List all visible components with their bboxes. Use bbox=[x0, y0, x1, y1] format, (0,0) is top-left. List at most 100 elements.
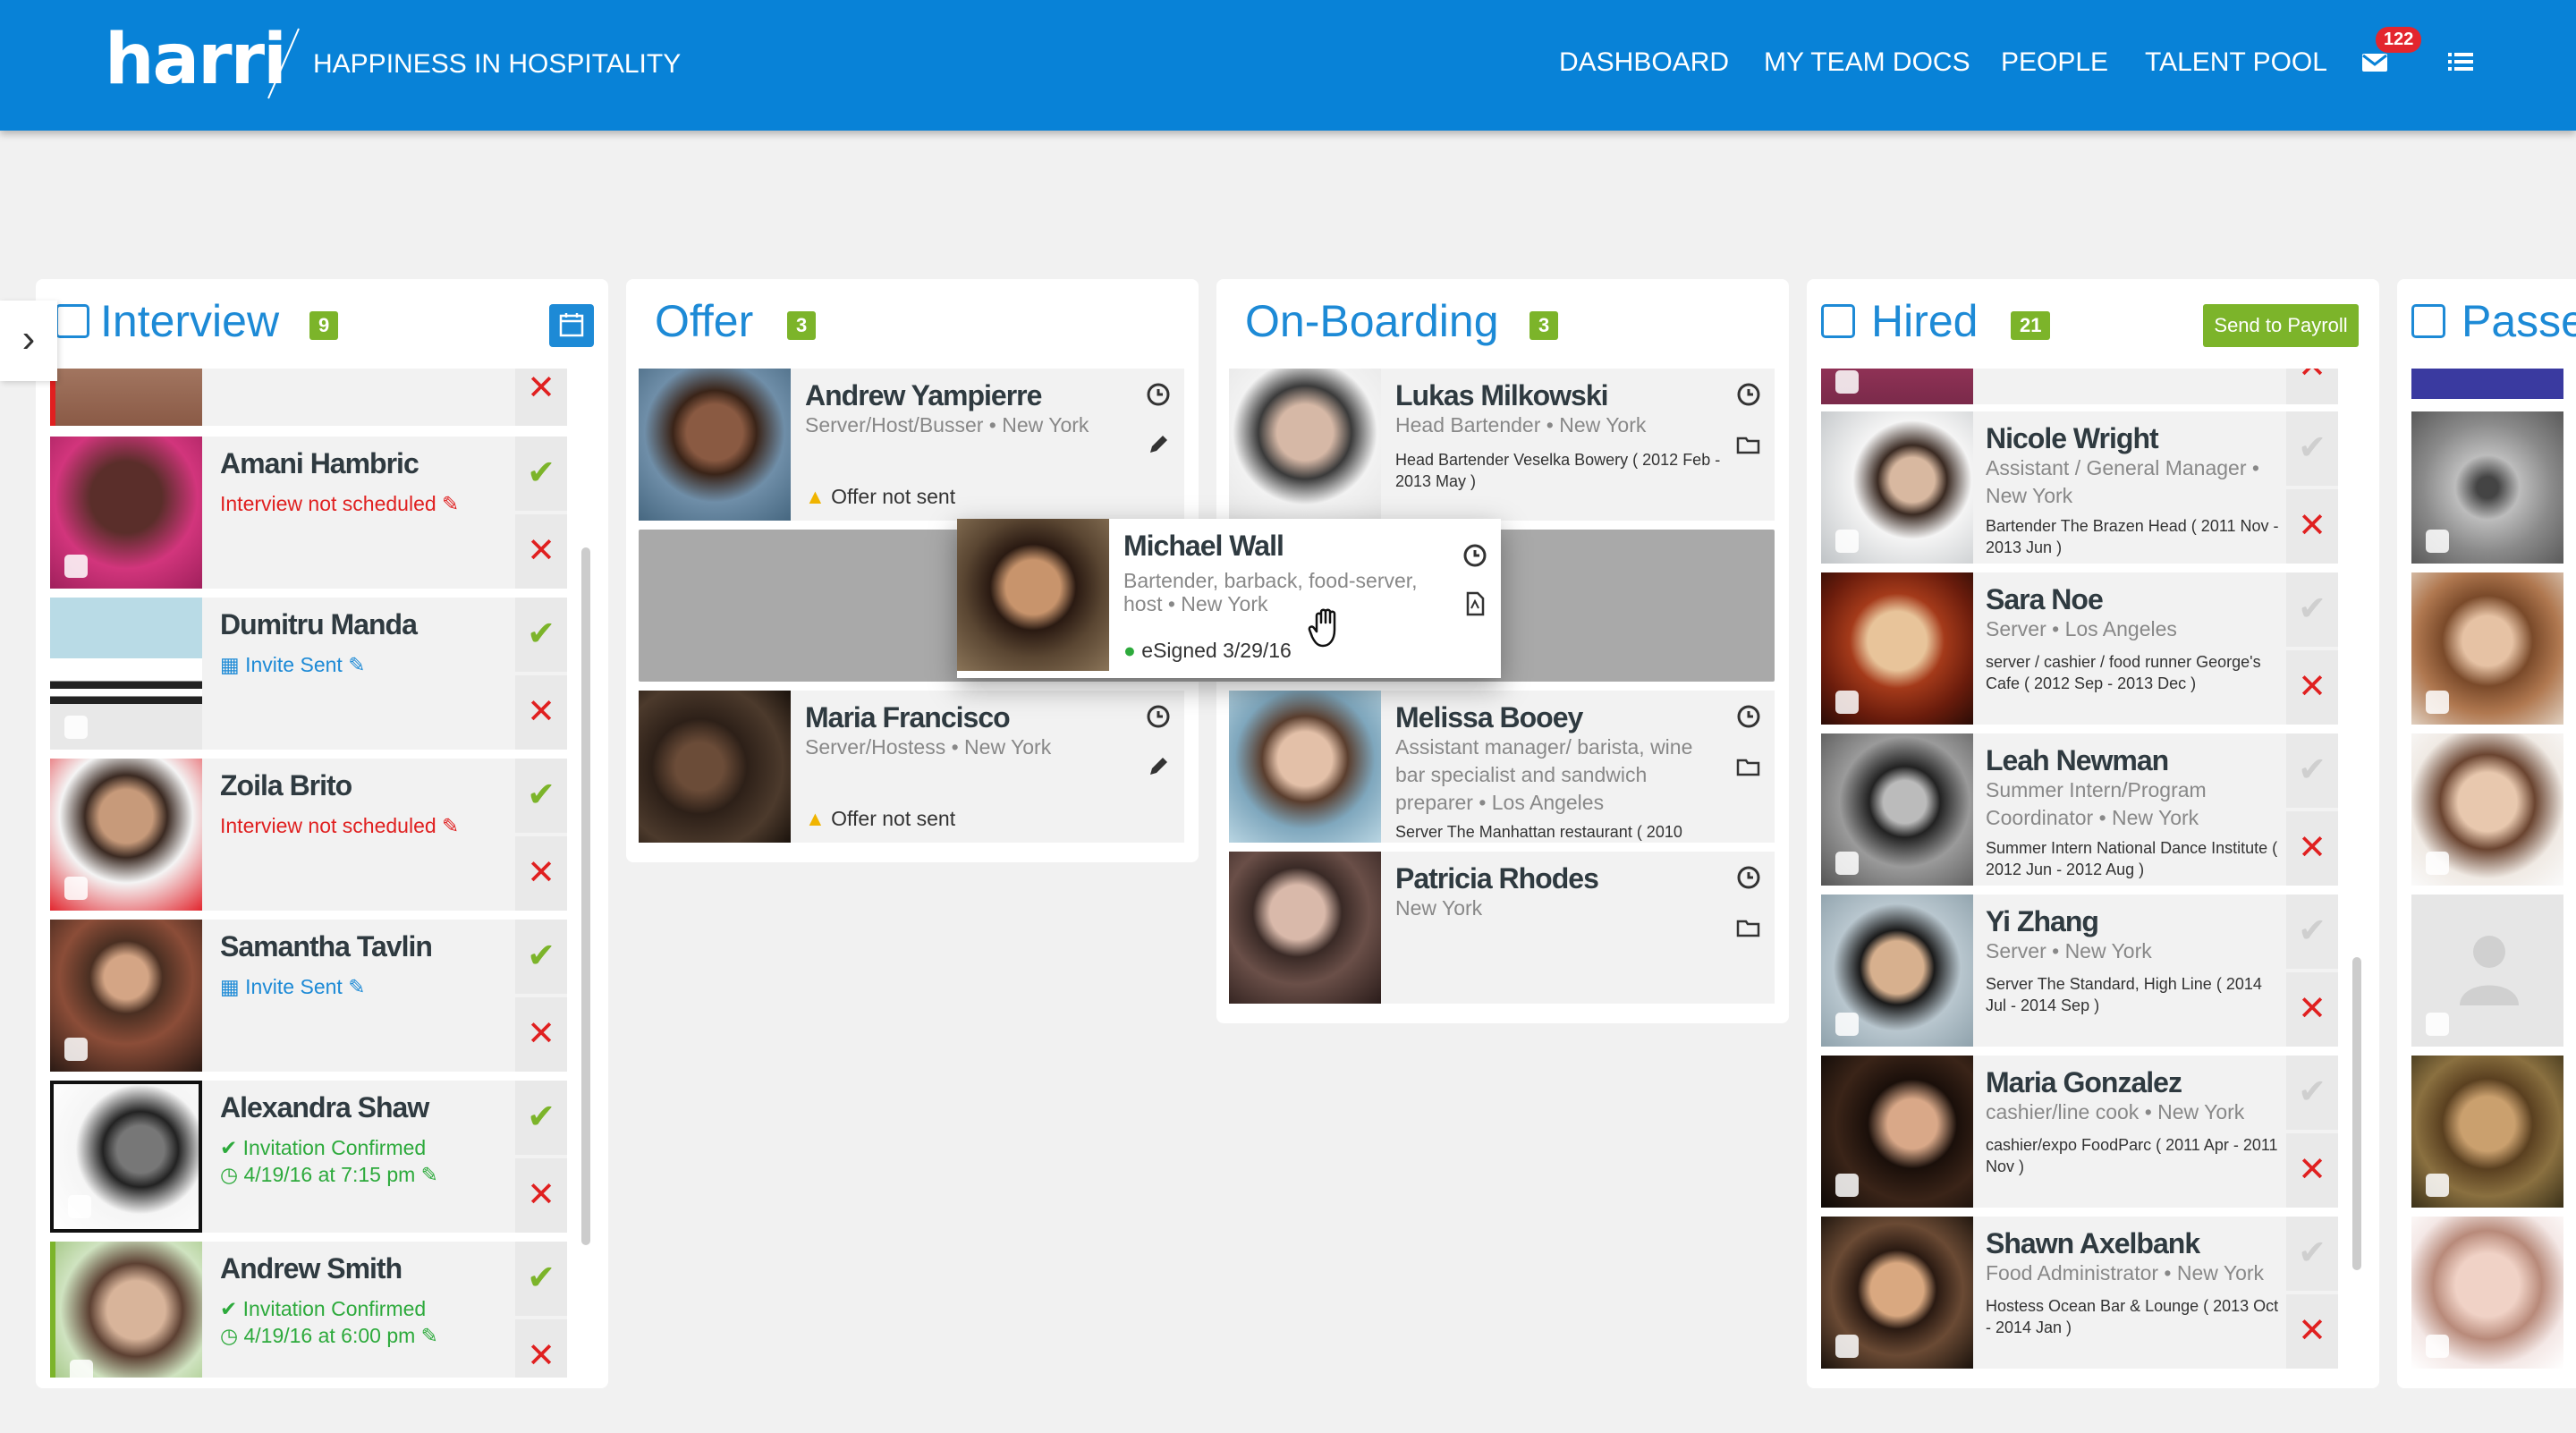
edit-pencil-icon[interactable] bbox=[1145, 431, 1172, 458]
candidate-checkbox[interactable] bbox=[1835, 852, 1859, 875]
candidate-name[interactable]: Nicole Wright bbox=[1986, 422, 2159, 455]
send-to-payroll-button[interactable]: Send to Payroll bbox=[2203, 304, 2359, 347]
candidate-card[interactable]: Maria Francisco Server/Hostess • New Yor… bbox=[639, 691, 1184, 843]
folder-icon[interactable] bbox=[1735, 914, 1762, 941]
edit-pencil-icon[interactable] bbox=[1145, 753, 1172, 780]
approve-check-icon[interactable]: ✔ bbox=[515, 1081, 567, 1155]
candidate-checkbox[interactable] bbox=[1835, 1013, 1859, 1036]
candidate-card[interactable]: Nicole Wright Assistant / General Manage… bbox=[1821, 411, 2338, 564]
candidate-name[interactable]: Andrew Smith bbox=[220, 1252, 402, 1285]
candidate-name[interactable]: Patricia Rhodes bbox=[1395, 862, 1599, 895]
interview-time[interactable]: ◷ 4/19/16 at 7:15 pm ✎ bbox=[220, 1163, 438, 1187]
clock-icon[interactable] bbox=[1735, 864, 1762, 891]
candidate-name[interactable]: Michael Wall bbox=[1123, 530, 1284, 563]
edit-pencil-icon[interactable]: ✎ bbox=[421, 1324, 438, 1347]
candidate-photo[interactable] bbox=[2411, 895, 2563, 1047]
candidate-name[interactable]: Yi Zhang bbox=[1986, 905, 2099, 938]
candidate-checkbox[interactable] bbox=[64, 1038, 88, 1061]
reject-x-icon[interactable]: ✕ bbox=[2286, 369, 2338, 404]
candidate-card[interactable]: Patricia Rhodes New York bbox=[1229, 852, 1775, 1004]
candidate-card[interactable]: Andrew Smith ✔ Invitation Confirmed ◷ 4/… bbox=[50, 1242, 567, 1378]
list-menu-icon[interactable] bbox=[2445, 47, 2476, 77]
reject-x-icon[interactable]: ✕ bbox=[515, 997, 567, 1072]
approve-check-icon[interactable]: ✔ bbox=[515, 437, 567, 511]
candidate-checkbox[interactable] bbox=[70, 1360, 93, 1378]
candidate-checkbox[interactable] bbox=[2426, 1335, 2449, 1358]
candidate-card[interactable]: Andrew Yampierre Server/Host/Busser • Ne… bbox=[639, 369, 1184, 521]
reject-x-icon[interactable]: ✕ bbox=[515, 675, 567, 750]
candidate-photo[interactable] bbox=[2411, 1217, 2563, 1369]
candidate-name[interactable]: Alexandra Shaw bbox=[220, 1091, 429, 1124]
candidate-name[interactable]: Melissa Booey bbox=[1395, 701, 1583, 734]
passed-select-all-checkbox[interactable] bbox=[2411, 304, 2445, 338]
reject-x-icon[interactable]: ✕ bbox=[2286, 972, 2338, 1047]
expand-sidebar-chevron-icon[interactable]: › bbox=[0, 301, 57, 381]
approve-check-icon[interactable]: ✔ bbox=[515, 1242, 567, 1316]
reject-x-icon[interactable]: ✕ bbox=[2286, 1133, 2338, 1208]
clock-icon[interactable] bbox=[1462, 542, 1488, 569]
candidate-checkbox[interactable] bbox=[2426, 691, 2449, 714]
candidate-card[interactable]: Samantha Tavlin ▦ Invite Sent ✎ ✔ ✕ bbox=[50, 920, 567, 1072]
candidate-name[interactable]: Maria Gonzalez bbox=[1986, 1066, 2182, 1099]
approve-check-icon[interactable]: ✔ bbox=[515, 920, 567, 994]
edit-pencil-icon[interactable]: ✎ bbox=[442, 814, 459, 837]
candidate-card[interactable]: Maria Gonzalez cashier/line cook • New Y… bbox=[1821, 1056, 2338, 1208]
candidate-card[interactable]: Alexandra Shaw ✔ Invitation Confirmed ◷ … bbox=[50, 1081, 567, 1233]
approve-check-icon[interactable]: ✔ bbox=[515, 598, 567, 672]
approve-check-icon[interactable]: ✔ bbox=[2286, 411, 2338, 486]
candidate-checkbox[interactable] bbox=[1835, 530, 1859, 553]
folder-icon[interactable] bbox=[1735, 753, 1762, 780]
candidate-name[interactable]: Amani Hambric bbox=[220, 447, 419, 480]
hired-select-all-checkbox[interactable] bbox=[1821, 304, 1855, 338]
candidate-checkbox[interactable] bbox=[68, 1195, 91, 1218]
edit-pencil-icon[interactable]: ✎ bbox=[348, 975, 365, 998]
candidate-name[interactable]: Andrew Yampierre bbox=[805, 379, 1042, 412]
candidate-checkbox[interactable] bbox=[64, 555, 88, 578]
candidate-card[interactable]: Zoila Brito Interview not scheduled ✎ ✔ ✕ bbox=[50, 759, 567, 911]
dragged-candidate-card[interactable]: Michael Wall Bartender, barback, food-se… bbox=[957, 519, 1501, 678]
pdf-file-icon[interactable] bbox=[1462, 590, 1488, 617]
reject-x-icon[interactable]: ✕ bbox=[2286, 489, 2338, 564]
candidate-name[interactable]: Lukas Milkowski bbox=[1395, 379, 1609, 412]
reject-x-icon[interactable]: ✕ bbox=[515, 1319, 567, 1378]
candidate-photo[interactable] bbox=[2411, 411, 2563, 564]
candidate-card[interactable]: ✕ bbox=[50, 369, 567, 426]
candidate-card[interactable]: Yi Zhang Server • New York Server The St… bbox=[1821, 895, 2338, 1047]
approve-check-icon[interactable]: ✔ bbox=[515, 759, 567, 833]
candidate-photo[interactable] bbox=[2411, 733, 2563, 886]
approve-check-icon[interactable]: ✔ bbox=[2286, 733, 2338, 808]
candidate-card[interactable]: Dumitru Manda ▦ Invite Sent ✎ ✔ ✕ bbox=[50, 598, 567, 750]
edit-pencil-icon[interactable]: ✎ bbox=[348, 653, 365, 676]
candidate-name[interactable]: Samantha Tavlin bbox=[220, 930, 433, 963]
interview-status[interactable]: Interview not scheduled ✎ bbox=[220, 814, 459, 838]
clock-icon[interactable] bbox=[1145, 381, 1172, 408]
edit-pencil-icon[interactable]: ✎ bbox=[421, 1163, 438, 1186]
approve-check-icon[interactable]: ✔ bbox=[2286, 1056, 2338, 1130]
candidate-name[interactable]: Leah Newman bbox=[1986, 744, 2169, 777]
candidate-card[interactable]: Leah Newman Summer Intern/Program Coordi… bbox=[1821, 733, 2338, 886]
reject-x-icon[interactable]: ✕ bbox=[515, 836, 567, 911]
candidate-card[interactable]: Lukas Milkowski Head Bartender • New Yor… bbox=[1229, 369, 1775, 521]
candidate-checkbox[interactable] bbox=[1835, 1174, 1859, 1197]
approve-check-icon[interactable]: ✔ bbox=[2286, 895, 2338, 969]
nav-my-team-docs[interactable]: MY TEAM DOCS bbox=[1764, 47, 1970, 78]
candidate-card[interactable]: ✕ bbox=[1821, 369, 2338, 404]
candidate-checkbox[interactable] bbox=[1835, 370, 1859, 394]
candidate-checkbox[interactable] bbox=[2426, 1174, 2449, 1197]
nav-talent-pool[interactable]: TALENT POOL bbox=[2145, 47, 2327, 78]
edit-pencil-icon[interactable]: ✎ bbox=[442, 492, 459, 515]
candidate-name[interactable]: Maria Francisco bbox=[805, 701, 1011, 734]
reject-x-icon[interactable]: ✕ bbox=[515, 1158, 567, 1233]
candidate-checkbox[interactable] bbox=[1835, 1335, 1859, 1358]
candidate-card[interactable]: Sara Noe Server • Los Angeles server / c… bbox=[1821, 572, 2338, 725]
approve-check-icon[interactable]: ✔ bbox=[2286, 1217, 2338, 1291]
candidate-checkbox[interactable] bbox=[2426, 530, 2449, 553]
candidate-photo[interactable] bbox=[2411, 1056, 2563, 1208]
reject-x-icon[interactable]: ✕ bbox=[2286, 1294, 2338, 1369]
candidate-checkbox[interactable] bbox=[64, 877, 88, 900]
candidate-name[interactable]: Zoila Brito bbox=[220, 769, 352, 802]
folder-icon[interactable] bbox=[1735, 431, 1762, 458]
interview-card-list[interactable]: ✕ Amani Hambric Interview not scheduled … bbox=[36, 369, 608, 1378]
candidate-name[interactable]: Shawn Axelbank bbox=[1986, 1227, 2200, 1260]
reject-x-icon[interactable]: ✕ bbox=[2286, 811, 2338, 886]
